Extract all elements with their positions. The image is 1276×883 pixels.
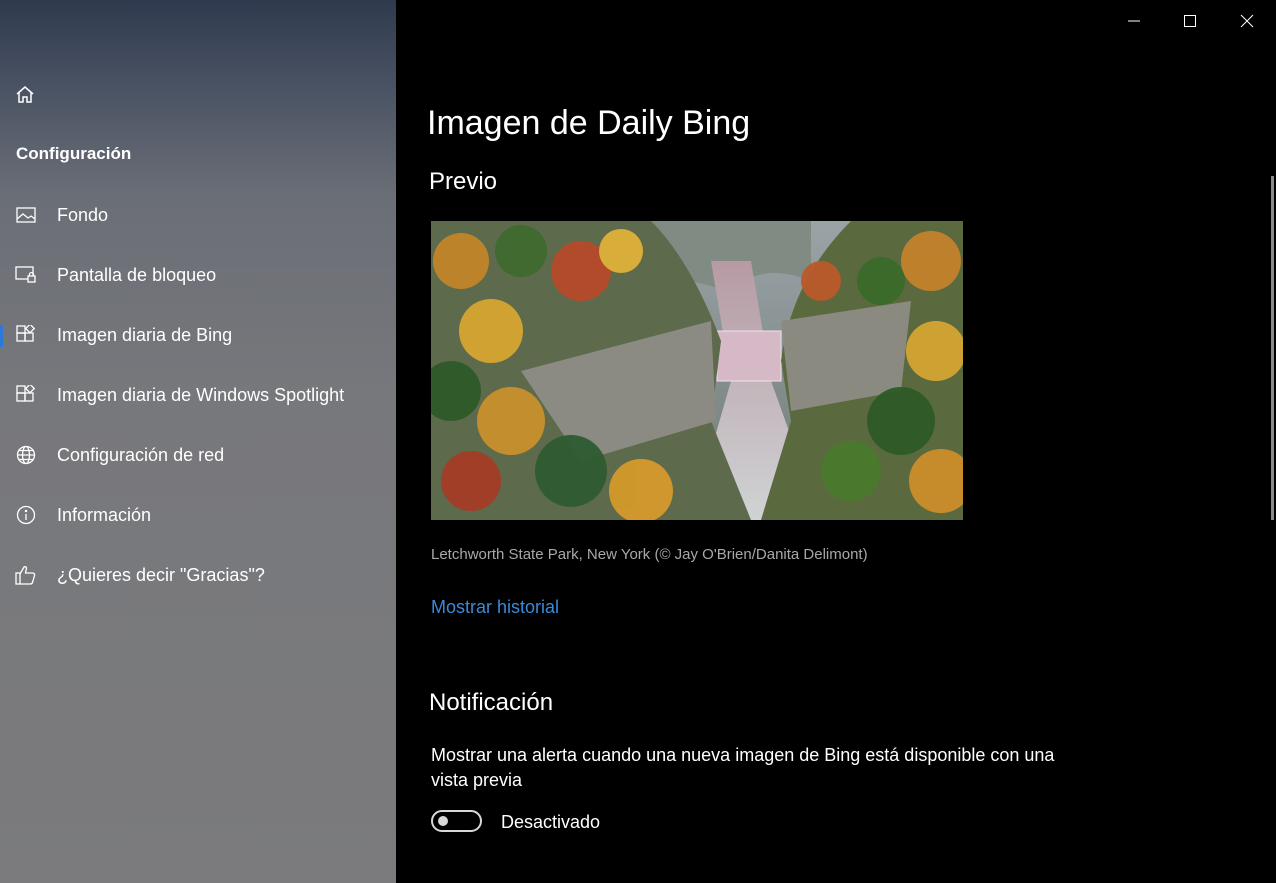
- close-button[interactable]: [1227, 8, 1267, 34]
- sidebar-item-label: Imagen diaria de Bing: [57, 324, 233, 345]
- image-caption: Letchworth State Park, New York (© Jay O…: [431, 546, 868, 563]
- sidebar-item-thanks[interactable]: ¿Quieres decir "Gracias"?: [0, 553, 396, 597]
- bing-image-icon: [15, 324, 37, 346]
- lock-screen-icon: [15, 264, 37, 286]
- notification-heading: Notificación: [429, 689, 554, 716]
- show-history-link[interactable]: Mostrar historial: [431, 597, 559, 618]
- maximize-icon: [1184, 15, 1196, 27]
- sidebar-item-info[interactable]: Información: [0, 493, 396, 537]
- notification-description: Mostrar una alerta cuando una nueva imag…: [431, 745, 1055, 790]
- sidebar-item-label: Imagen diaria de Windows Spotlight: [57, 384, 345, 405]
- sidebar-item-label: Información: [57, 504, 152, 525]
- scrollbar[interactable]: [1271, 176, 1274, 520]
- sidebar-item-fondo[interactable]: Fondo: [0, 193, 396, 237]
- toggle-knob: [438, 816, 448, 826]
- sidebar-item-label: ¿Quieres decir "Gracias"?: [57, 564, 265, 585]
- sidebar-item-network[interactable]: Configuración de red: [0, 433, 396, 477]
- sidebar-item-lock-screen[interactable]: Pantalla de bloqueo: [0, 253, 396, 297]
- home-icon[interactable]: [14, 84, 36, 106]
- sidebar-item-label: Pantalla de bloqueo: [57, 264, 217, 285]
- image-icon: [15, 204, 37, 226]
- minimize-button[interactable]: [1114, 8, 1154, 34]
- maximize-button[interactable]: [1170, 8, 1210, 34]
- globe-icon: [15, 444, 37, 466]
- section-title: Configuración: [16, 144, 132, 163]
- thumbs-up-icon: [15, 564, 37, 586]
- minimize-icon: [1128, 20, 1140, 22]
- spotlight-image-icon: [15, 384, 37, 406]
- notification-toggle[interactable]: [431, 810, 482, 832]
- page-title: Imagen de Daily Bing: [427, 104, 751, 142]
- sidebar-item-bing-image[interactable]: Imagen diaria de Bing: [0, 313, 396, 357]
- sidebar-item-spotlight-image[interactable]: Imagen diaria de Windows Spotlight: [0, 373, 396, 417]
- sidebar-item-label: Fondo: [57, 204, 109, 225]
- preview-image: [431, 221, 963, 520]
- sidebar-item-label: Configuración de red: [57, 444, 225, 465]
- main-pane: Imagen de Daily Bing Previo Letchworth S…: [396, 0, 1276, 883]
- sidebar: Configuración Fondo Pantalla de bloqueo: [0, 0, 396, 883]
- close-icon: [1240, 14, 1254, 28]
- preview-heading: Previo: [429, 168, 498, 195]
- info-icon: [15, 504, 37, 526]
- toggle-state-label: Desactivado: [501, 812, 601, 832]
